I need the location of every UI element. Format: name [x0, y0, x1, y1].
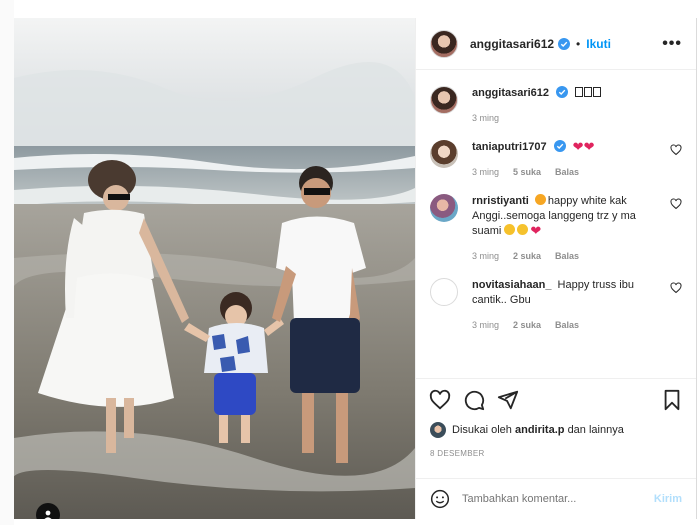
comment-username[interactable]: rnristiyanti	[472, 195, 529, 207]
comment-icon	[464, 390, 485, 410]
heart-emoji-icon: ❤	[572, 139, 584, 154]
list-item: rnristiyanti happy white kak Anggi..semo…	[430, 194, 682, 264]
smile-emoji-icon	[517, 224, 529, 235]
follow-button[interactable]: Ikuti	[586, 37, 611, 51]
list-item: taniaputri1707 ❤❤ 3 ming 5 suka Balas	[430, 140, 682, 180]
post-photo[interactable]	[14, 18, 415, 519]
post-comment-button[interactable]: Kirim	[654, 493, 682, 505]
liked-by-prefix: Disukai oleh	[452, 424, 512, 436]
comment-button[interactable]	[462, 388, 486, 412]
avatar[interactable]	[430, 422, 446, 438]
post-dialog: anggitasari612 • Ikuti ••• anggitasari61…	[0, 0, 700, 525]
caption-body: anggitasari612 3 ming	[472, 86, 682, 126]
caption-meta: 3 ming	[472, 111, 662, 126]
liked-by: Disukai oleh andirita.p dan lainnya	[430, 422, 682, 438]
avatar[interactable]	[430, 194, 458, 222]
comment-likes[interactable]: 2 suka	[513, 249, 541, 264]
share-icon	[497, 390, 519, 409]
comment-input[interactable]	[462, 493, 654, 505]
share-button[interactable]	[496, 388, 520, 412]
heart-eyes-emoji-icon	[534, 194, 546, 205]
comment-likes[interactable]: 5 suka	[513, 165, 541, 180]
heart-emoji-icon: ❤	[530, 223, 542, 238]
backdrop-edge	[0, 0, 14, 525]
comment-meta: 3 ming 2 suka Balas	[472, 249, 662, 264]
avatar[interactable]	[430, 29, 458, 58]
comment-time[interactable]: 3 ming	[472, 249, 499, 264]
comment-meta: 3 ming 2 suka Balas	[472, 318, 662, 333]
comment-time[interactable]: 3 ming	[472, 165, 499, 180]
caption-time[interactable]: 3 ming	[472, 111, 499, 126]
verified-badge-icon	[558, 37, 571, 50]
more-options-icon[interactable]: •••	[662, 35, 682, 53]
comment-body: rnristiyanti happy white kak Anggi..semo…	[472, 194, 682, 264]
comment-body: novitasiahaan_ Happy truss ibu cantik.. …	[472, 278, 682, 333]
comment-meta: 3 ming 5 suka Balas	[472, 165, 662, 180]
avatar[interactable]	[430, 86, 458, 114]
heart-emoji-icon: ❤	[583, 139, 595, 154]
liked-by-suffix[interactable]: dan lainnya	[568, 424, 624, 436]
heart-icon	[429, 389, 451, 409]
comment-likes[interactable]: 2 suka	[513, 318, 541, 333]
heart-icon[interactable]	[670, 198, 682, 210]
save-button[interactable]	[660, 388, 684, 412]
list-item: novitasiahaan_ Happy truss ibu cantik.. …	[430, 278, 682, 333]
reply-button[interactable]: Balas	[555, 249, 579, 264]
liked-by-user[interactable]: andirita.p	[515, 424, 565, 436]
hug-emoji-icon	[504, 224, 516, 235]
comment-username[interactable]: taniaputri1707	[472, 141, 547, 153]
verified-badge-icon	[556, 86, 569, 98]
caption-glyphs	[575, 87, 602, 99]
like-button[interactable]	[428, 388, 452, 412]
caption: anggitasari612 3 ming	[430, 86, 682, 126]
post-side-panel: anggitasari612 • Ikuti ••• anggitasari61…	[415, 18, 697, 519]
bookmark-icon	[664, 389, 680, 410]
post-date[interactable]: 8 DESEMBER	[430, 449, 485, 458]
comment-time[interactable]: 3 ming	[472, 318, 499, 333]
comments-list: anggitasari612 3 ming taniaputri1707 ❤❤ …	[416, 70, 696, 378]
action-bar	[416, 378, 696, 420]
owner-username[interactable]: anggitasari612	[470, 37, 554, 51]
comment-username[interactable]: novitasiahaan_	[472, 279, 551, 291]
heart-icon[interactable]	[670, 144, 682, 156]
caption-username[interactable]: anggitasari612	[472, 87, 549, 99]
emoji-icon[interactable]	[430, 489, 450, 509]
reply-button[interactable]: Balas	[555, 165, 579, 180]
verified-badge-icon	[553, 140, 566, 152]
beach-family-photo	[14, 18, 415, 519]
avatar[interactable]	[430, 140, 458, 168]
avatar[interactable]	[430, 278, 458, 306]
user-tag-icon	[44, 510, 52, 519]
comment-body: taniaputri1707 ❤❤ 3 ming 5 suka Balas	[472, 140, 682, 180]
separator-dot: •	[576, 36, 581, 51]
add-comment-bar: Kirim	[416, 478, 696, 519]
heart-icon[interactable]	[670, 282, 682, 294]
reply-button[interactable]: Balas	[555, 318, 579, 333]
post-header: anggitasari612 • Ikuti •••	[416, 18, 696, 70]
